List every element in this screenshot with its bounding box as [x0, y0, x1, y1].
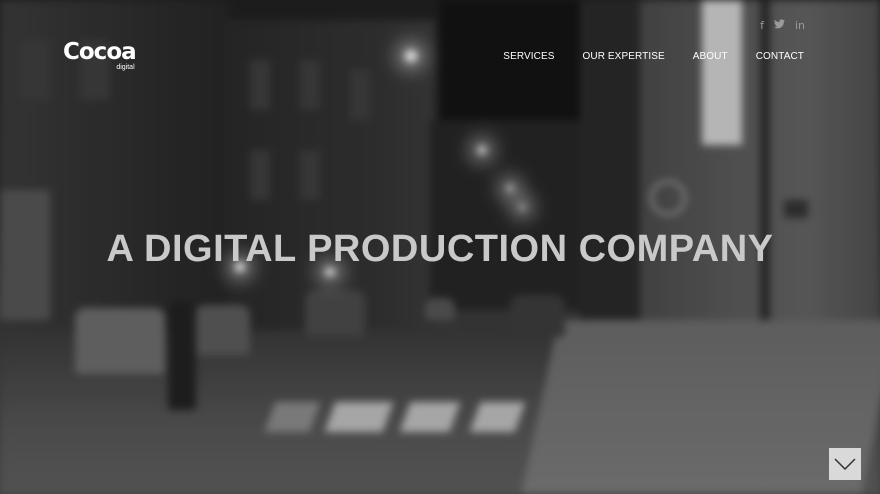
- facebook-icon[interactable]: f: [760, 19, 764, 32]
- nav-contact[interactable]: CONTACT: [756, 51, 804, 62]
- brand-name: Cocoa: [63, 39, 137, 65]
- main-nav: SERVICES OUR EXPERTISE ABOUT CONTACT: [503, 51, 804, 62]
- brand-tagline: digital: [116, 64, 135, 71]
- scroll-down-button[interactable]: [829, 448, 861, 480]
- social-links: f in: [760, 19, 805, 32]
- hero-headline: A DIGITAL PRODUCTION COMPANY: [106, 228, 774, 270]
- brand-logo[interactable]: Cocoa digital: [63, 39, 137, 71]
- linkedin-icon[interactable]: in: [795, 19, 805, 32]
- chevron-down-icon: [834, 458, 856, 470]
- twitter-icon[interactable]: [773, 19, 785, 32]
- nav-about[interactable]: ABOUT: [693, 51, 728, 62]
- nav-our-expertise[interactable]: OUR EXPERTISE: [583, 51, 665, 62]
- nav-services[interactable]: SERVICES: [503, 51, 554, 62]
